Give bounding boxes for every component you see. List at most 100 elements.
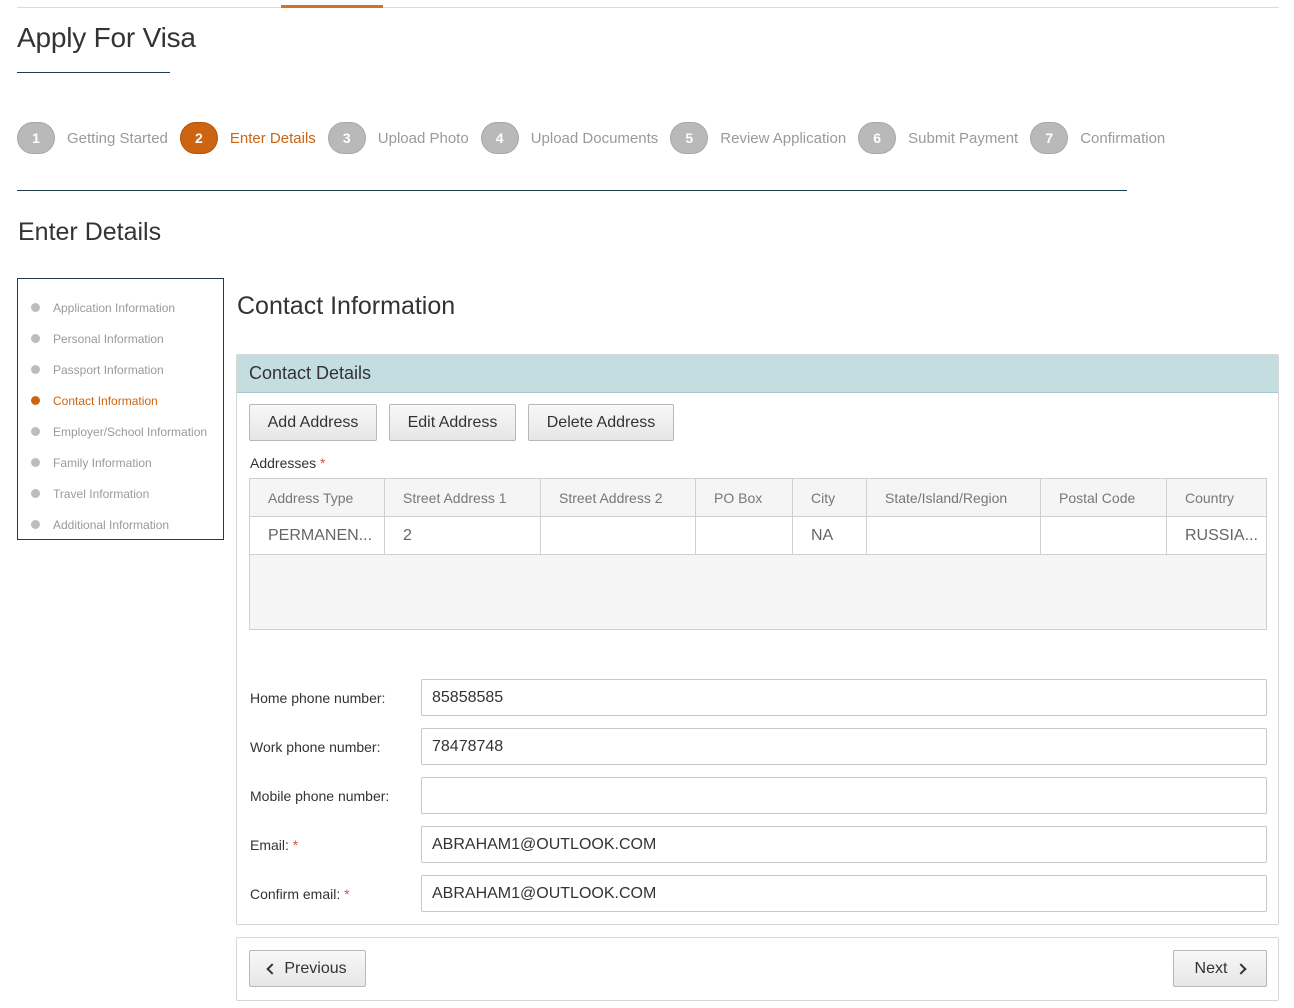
top-divider bbox=[17, 7, 1279, 8]
sidenav-item-label: Travel Information bbox=[53, 486, 150, 501]
step-confirmation[interactable]: 7 Confirmation bbox=[1030, 122, 1165, 154]
confirm-email-label: Confirm email: bbox=[250, 885, 341, 902]
work-phone-input[interactable] bbox=[421, 728, 1267, 765]
home-phone-label: Home phone number: bbox=[250, 689, 386, 706]
mobile-phone-row: Mobile phone number: bbox=[250, 777, 1267, 814]
column-header[interactable]: State/Island/Region bbox=[867, 479, 1041, 516]
addresses-label: Addresses * bbox=[250, 455, 326, 471]
step-review-application[interactable]: 5 Review Application bbox=[670, 122, 846, 154]
home-phone-row: Home phone number: bbox=[250, 679, 1267, 716]
table-cell bbox=[541, 517, 696, 554]
next-button[interactable]: Next bbox=[1173, 950, 1267, 987]
confirm-email-input[interactable] bbox=[421, 875, 1267, 912]
section-sidenav: Application Information Personal Informa… bbox=[17, 278, 224, 540]
confirm-email-row: Confirm email: * bbox=[250, 875, 1267, 912]
step-label: Review Application bbox=[720, 129, 847, 147]
column-header[interactable]: Street Address 2 bbox=[541, 479, 696, 516]
step-number: 7 bbox=[1030, 122, 1069, 154]
column-header[interactable]: Country bbox=[1167, 479, 1266, 516]
step-upload-documents[interactable]: 4 Upload Documents bbox=[480, 122, 659, 154]
step-label: Confirmation bbox=[1080, 129, 1166, 147]
bullet-icon bbox=[31, 520, 40, 529]
table-cell bbox=[867, 517, 1041, 554]
step-label: Upload Photo bbox=[377, 129, 469, 147]
table-cell bbox=[696, 517, 793, 554]
email-label: Email: bbox=[250, 836, 289, 853]
column-header[interactable]: Postal Code bbox=[1041, 479, 1167, 516]
email-label-wrap: Email: * bbox=[250, 837, 421, 853]
delete-address-button[interactable]: Delete Address bbox=[528, 404, 674, 441]
step-upload-photo[interactable]: 3 Upload Photo bbox=[327, 122, 469, 154]
section-title: Enter Details bbox=[18, 218, 162, 246]
mobile-phone-label: Mobile phone number: bbox=[250, 787, 390, 804]
required-marker: * bbox=[320, 455, 326, 471]
required-marker: * bbox=[344, 885, 350, 902]
add-address-button[interactable]: Add Address bbox=[249, 404, 377, 441]
step-number: 3 bbox=[327, 122, 366, 154]
step-getting-started[interactable]: 1 Getting Started bbox=[17, 122, 168, 154]
home-phone-input[interactable] bbox=[421, 679, 1267, 716]
step-number: 6 bbox=[858, 122, 897, 154]
content-title: Contact Information bbox=[237, 292, 456, 320]
stepper-divider bbox=[17, 190, 1127, 191]
sidenav-item-personal-information[interactable]: Personal Information bbox=[18, 323, 223, 354]
addresses-label-text: Addresses bbox=[250, 455, 317, 471]
previous-button[interactable]: Previous bbox=[249, 950, 366, 987]
bullet-icon bbox=[31, 334, 40, 343]
sidenav-item-family-information[interactable]: Family Information bbox=[18, 447, 223, 478]
step-enter-details[interactable]: 2 Enter Details bbox=[179, 122, 316, 154]
step-number: 2 bbox=[179, 122, 218, 154]
previous-button-label: Previous bbox=[284, 959, 347, 977]
edit-address-button[interactable]: Edit Address bbox=[389, 404, 516, 441]
step-label: Upload Documents bbox=[530, 129, 659, 147]
contact-details-panel: Contact Details Add Address Edit Address… bbox=[236, 354, 1279, 925]
title-underline bbox=[17, 72, 170, 73]
bullet-icon bbox=[31, 365, 40, 374]
sidenav-item-label: Application Information bbox=[53, 300, 176, 315]
table-cell bbox=[1041, 517, 1167, 554]
step-number: 1 bbox=[17, 122, 55, 154]
mobile-phone-input[interactable] bbox=[421, 777, 1267, 814]
sidenav-item-employer-school-information[interactable]: Employer/School Information bbox=[18, 416, 223, 447]
work-phone-row: Work phone number: bbox=[250, 728, 1267, 765]
email-input[interactable] bbox=[421, 826, 1267, 863]
bullet-icon bbox=[31, 427, 40, 436]
sidenav-item-contact-information[interactable]: Contact Information bbox=[18, 385, 223, 416]
page-title: Apply For Visa bbox=[17, 22, 196, 53]
progress-stepper: 1 Getting Started 2 Enter Details 3 Uplo… bbox=[17, 121, 1165, 155]
panel-header: Contact Details bbox=[237, 355, 1278, 393]
column-header[interactable]: City bbox=[793, 479, 867, 516]
sidenav-item-additional-information[interactable]: Additional Information bbox=[18, 509, 223, 540]
step-label: Enter Details bbox=[229, 129, 316, 147]
sidenav-item-label: Contact Information bbox=[53, 393, 158, 408]
sidenav-item-travel-information[interactable]: Travel Information bbox=[18, 478, 223, 509]
bullet-icon bbox=[31, 458, 40, 467]
confirm-email-label-wrap: Confirm email: * bbox=[250, 886, 421, 902]
required-marker: * bbox=[292, 836, 299, 853]
sidenav-item-application-information[interactable]: Application Information bbox=[18, 292, 223, 323]
sidenav-item-passport-information[interactable]: Passport Information bbox=[18, 354, 223, 385]
step-number: 4 bbox=[480, 122, 519, 154]
chevron-right-icon bbox=[1235, 962, 1248, 975]
table-header-row: Address Type Street Address 1 Street Add… bbox=[250, 479, 1266, 517]
table-row[interactable]: PERMANEN... 2 NA RUSSIA... bbox=[250, 517, 1266, 555]
bullet-icon bbox=[31, 303, 40, 312]
work-phone-label: Work phone number: bbox=[250, 738, 381, 755]
top-active-indicator bbox=[281, 5, 383, 8]
sidenav-item-label: Employer/School Information bbox=[53, 424, 208, 439]
step-label: Getting Started bbox=[67, 129, 168, 147]
column-header[interactable]: PO Box bbox=[696, 479, 793, 516]
sidenav-item-label: Passport Information bbox=[53, 362, 164, 377]
chevron-left-icon bbox=[266, 962, 279, 975]
step-number: 5 bbox=[670, 122, 709, 154]
table-cell: 2 bbox=[385, 517, 541, 554]
column-header[interactable]: Street Address 1 bbox=[385, 479, 541, 516]
step-submit-payment[interactable]: 6 Submit Payment bbox=[858, 122, 1018, 154]
navigation-footer: Previous Next bbox=[236, 937, 1279, 1001]
email-row: Email: * bbox=[250, 826, 1267, 863]
sidenav-item-label: Additional Information bbox=[53, 517, 170, 532]
column-header[interactable]: Address Type bbox=[250, 479, 385, 516]
bullet-icon bbox=[31, 396, 40, 405]
sidenav-item-label: Family Information bbox=[53, 455, 152, 470]
table-cell: PERMANEN... bbox=[250, 517, 385, 554]
